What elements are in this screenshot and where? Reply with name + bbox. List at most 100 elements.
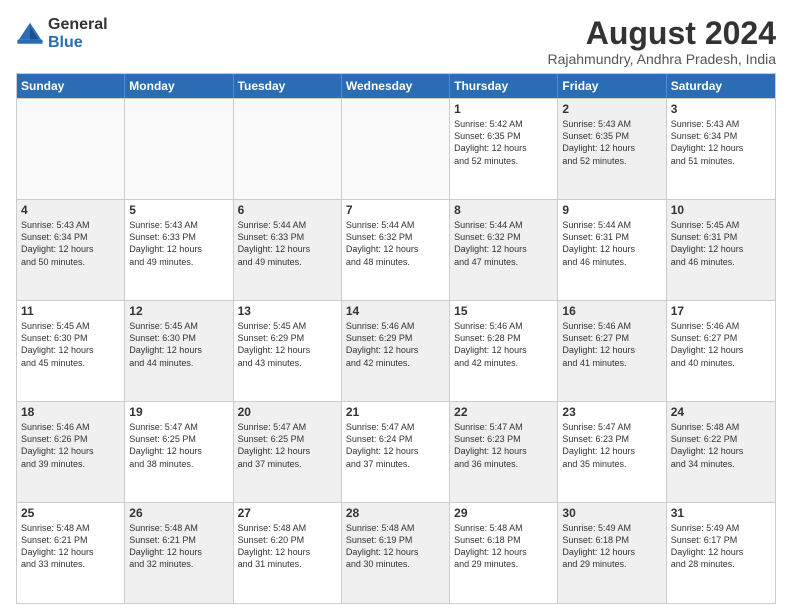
empty-cell bbox=[17, 99, 125, 199]
day-cell-9: 9Sunrise: 5:44 AM Sunset: 6:31 PM Daylig… bbox=[558, 200, 666, 300]
calendar-body: 1 Sunrise: 5:42 AM Sunset: 6:35 PM Daylig… bbox=[17, 98, 775, 603]
day-cell-19: 19 Sunrise: 5:47 AM Sunset: 6:25 PM Dayli… bbox=[125, 402, 233, 502]
day-info: Sunrise: 5:44 AM Sunset: 6:32 PM Dayligh… bbox=[454, 219, 553, 268]
day-number: 4 bbox=[21, 203, 120, 217]
logo-text: General Blue bbox=[48, 16, 108, 52]
day-number: 14 bbox=[346, 304, 445, 318]
day-number: 7 bbox=[346, 203, 445, 217]
day-number: 21 bbox=[346, 405, 445, 419]
day-number: 1 bbox=[454, 102, 553, 116]
calendar-header: Sunday Monday Tuesday Wednesday Thursday… bbox=[17, 74, 775, 98]
day-number: 23 bbox=[562, 405, 661, 419]
day-number: 29 bbox=[454, 506, 553, 520]
day-cell-26: 26Sunrise: 5:48 AM Sunset: 6:21 PM Dayli… bbox=[125, 503, 233, 603]
day-info: Sunrise: 5:45 AM Sunset: 6:30 PM Dayligh… bbox=[21, 320, 120, 369]
location: Rajahmundry, Andhra Pradesh, India bbox=[547, 51, 776, 67]
calendar-row-2: 11 Sunrise: 5:45 AM Sunset: 6:30 PM Dayli… bbox=[17, 300, 775, 401]
day-info: Sunrise: 5:44 AM Sunset: 6:33 PM Dayligh… bbox=[238, 219, 337, 268]
day-cell-15: 15 Sunrise: 5:46 AM Sunset: 6:28 PM Dayli… bbox=[450, 301, 558, 401]
day-number: 24 bbox=[671, 405, 771, 419]
day-cell-7: 7 Sunrise: 5:44 AM Sunset: 6:32 PM Daylig… bbox=[342, 200, 450, 300]
page: General Blue August 2024 Rajahmundry, An… bbox=[0, 0, 792, 612]
day-number: 11 bbox=[21, 304, 120, 318]
day-cell-18: 18 Sunrise: 5:46 AM Sunset: 6:26 PM Dayli… bbox=[17, 402, 125, 502]
calendar: Sunday Monday Tuesday Wednesday Thursday… bbox=[16, 73, 776, 604]
day-cell-29: 29Sunrise: 5:48 AM Sunset: 6:18 PM Dayli… bbox=[450, 503, 558, 603]
day-info: Sunrise: 5:48 AM Sunset: 6:19 PM Dayligh… bbox=[346, 522, 445, 571]
header-tuesday: Tuesday bbox=[234, 74, 342, 98]
header-monday: Monday bbox=[125, 74, 233, 98]
logo: General Blue bbox=[16, 16, 108, 52]
day-info: Sunrise: 5:47 AM Sunset: 6:23 PM Dayligh… bbox=[454, 421, 553, 470]
day-cell-8: 8 Sunrise: 5:44 AM Sunset: 6:32 PM Daylig… bbox=[450, 200, 558, 300]
header-wednesday: Wednesday bbox=[342, 74, 450, 98]
day-cell-30: 30Sunrise: 5:49 AM Sunset: 6:18 PM Dayli… bbox=[558, 503, 666, 603]
day-number: 9 bbox=[562, 203, 661, 217]
month-year: August 2024 bbox=[547, 16, 776, 51]
day-info: Sunrise: 5:47 AM Sunset: 6:23 PM Dayligh… bbox=[562, 421, 661, 470]
header-sunday: Sunday bbox=[17, 74, 125, 98]
empty-cell bbox=[234, 99, 342, 199]
day-info: Sunrise: 5:48 AM Sunset: 6:20 PM Dayligh… bbox=[238, 522, 337, 571]
day-cell-31: 31Sunrise: 5:49 AM Sunset: 6:17 PM Dayli… bbox=[667, 503, 775, 603]
day-cell-27: 27 Sunrise: 5:48 AM Sunset: 6:20 PM Dayli… bbox=[234, 503, 342, 603]
day-cell-6: 6 Sunrise: 5:44 AM Sunset: 6:33 PM Daylig… bbox=[234, 200, 342, 300]
day-info: Sunrise: 5:47 AM Sunset: 6:25 PM Dayligh… bbox=[238, 421, 337, 470]
day-cell-11: 11 Sunrise: 5:45 AM Sunset: 6:30 PM Dayli… bbox=[17, 301, 125, 401]
calendar-row-3: 18 Sunrise: 5:46 AM Sunset: 6:26 PM Dayli… bbox=[17, 401, 775, 502]
day-number: 13 bbox=[238, 304, 337, 318]
day-number: 25 bbox=[21, 506, 120, 520]
day-number: 19 bbox=[129, 405, 228, 419]
header-saturday: Saturday bbox=[667, 74, 775, 98]
day-cell-13: 13 Sunrise: 5:45 AM Sunset: 6:29 PM Dayli… bbox=[234, 301, 342, 401]
day-info: Sunrise: 5:48 AM Sunset: 6:22 PM Dayligh… bbox=[671, 421, 771, 470]
day-cell-20: 20Sunrise: 5:47 AM Sunset: 6:25 PM Dayli… bbox=[234, 402, 342, 502]
day-cell-25: 25Sunrise: 5:48 AM Sunset: 6:21 PM Dayli… bbox=[17, 503, 125, 603]
day-info: Sunrise: 5:43 AM Sunset: 6:35 PM Dayligh… bbox=[562, 118, 661, 167]
day-info: Sunrise: 5:43 AM Sunset: 6:34 PM Dayligh… bbox=[21, 219, 120, 268]
title-block: August 2024 Rajahmundry, Andhra Pradesh,… bbox=[547, 16, 776, 67]
day-number: 2 bbox=[562, 102, 661, 116]
day-cell-17: 17Sunrise: 5:46 AM Sunset: 6:27 PM Dayli… bbox=[667, 301, 775, 401]
day-cell-12: 12 Sunrise: 5:45 AM Sunset: 6:30 PM Dayli… bbox=[125, 301, 233, 401]
day-number: 6 bbox=[238, 203, 337, 217]
day-info: Sunrise: 5:45 AM Sunset: 6:29 PM Dayligh… bbox=[238, 320, 337, 369]
day-number: 18 bbox=[21, 405, 120, 419]
day-info: Sunrise: 5:42 AM Sunset: 6:35 PM Dayligh… bbox=[454, 118, 553, 167]
day-number: 26 bbox=[129, 506, 228, 520]
day-info: Sunrise: 5:44 AM Sunset: 6:32 PM Dayligh… bbox=[346, 219, 445, 268]
day-info: Sunrise: 5:46 AM Sunset: 6:27 PM Dayligh… bbox=[671, 320, 771, 369]
day-info: Sunrise: 5:43 AM Sunset: 6:33 PM Dayligh… bbox=[129, 219, 228, 268]
day-cell-28: 28 Sunrise: 5:48 AM Sunset: 6:19 PM Dayli… bbox=[342, 503, 450, 603]
day-cell-4: 4 Sunrise: 5:43 AM Sunset: 6:34 PM Daylig… bbox=[17, 200, 125, 300]
day-cell-10: 10 Sunrise: 5:45 AM Sunset: 6:31 PM Dayli… bbox=[667, 200, 775, 300]
day-info: Sunrise: 5:46 AM Sunset: 6:28 PM Dayligh… bbox=[454, 320, 553, 369]
day-info: Sunrise: 5:47 AM Sunset: 6:25 PM Dayligh… bbox=[129, 421, 228, 470]
day-number: 10 bbox=[671, 203, 771, 217]
header-thursday: Thursday bbox=[450, 74, 558, 98]
calendar-row-0: 1 Sunrise: 5:42 AM Sunset: 6:35 PM Daylig… bbox=[17, 98, 775, 199]
day-cell-2: 2 Sunrise: 5:43 AM Sunset: 6:35 PM Daylig… bbox=[558, 99, 666, 199]
empty-cell bbox=[342, 99, 450, 199]
logo-icon bbox=[16, 20, 44, 48]
day-number: 16 bbox=[562, 304, 661, 318]
day-number: 22 bbox=[454, 405, 553, 419]
day-info: Sunrise: 5:43 AM Sunset: 6:34 PM Dayligh… bbox=[671, 118, 771, 167]
day-cell-16: 16 Sunrise: 5:46 AM Sunset: 6:27 PM Dayli… bbox=[558, 301, 666, 401]
day-cell-21: 21Sunrise: 5:47 AM Sunset: 6:24 PM Dayli… bbox=[342, 402, 450, 502]
empty-cell bbox=[125, 99, 233, 199]
day-info: Sunrise: 5:49 AM Sunset: 6:17 PM Dayligh… bbox=[671, 522, 771, 571]
day-number: 27 bbox=[238, 506, 337, 520]
day-number: 12 bbox=[129, 304, 228, 318]
day-number: 15 bbox=[454, 304, 553, 318]
day-number: 5 bbox=[129, 203, 228, 217]
day-info: Sunrise: 5:45 AM Sunset: 6:31 PM Dayligh… bbox=[671, 219, 771, 268]
day-number: 30 bbox=[562, 506, 661, 520]
day-info: Sunrise: 5:46 AM Sunset: 6:27 PM Dayligh… bbox=[562, 320, 661, 369]
day-number: 28 bbox=[346, 506, 445, 520]
day-number: 8 bbox=[454, 203, 553, 217]
day-info: Sunrise: 5:46 AM Sunset: 6:26 PM Dayligh… bbox=[21, 421, 120, 470]
day-info: Sunrise: 5:45 AM Sunset: 6:30 PM Dayligh… bbox=[129, 320, 228, 369]
day-cell-5: 5 Sunrise: 5:43 AM Sunset: 6:33 PM Daylig… bbox=[125, 200, 233, 300]
header-friday: Friday bbox=[558, 74, 666, 98]
